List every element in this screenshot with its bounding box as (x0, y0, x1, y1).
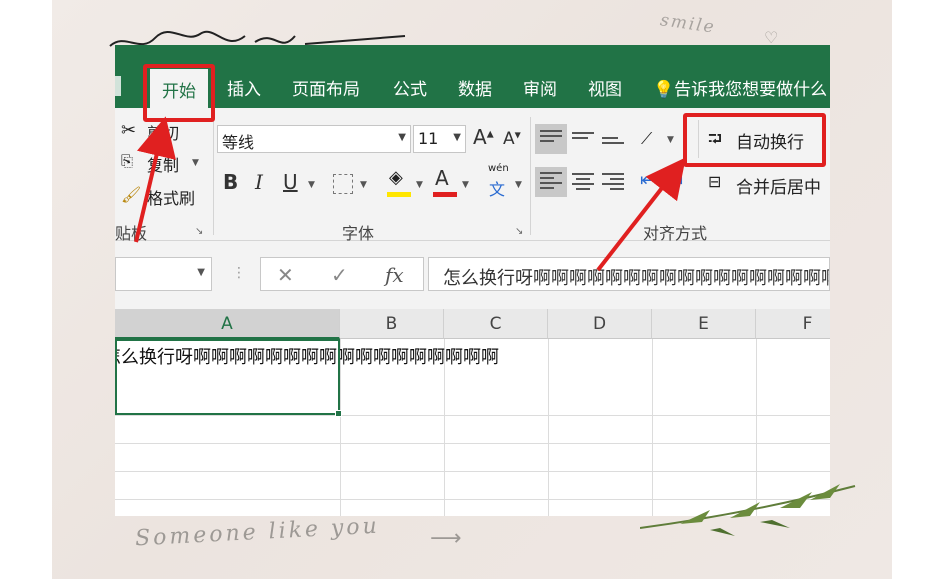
annotation-arrows (134, 116, 686, 272)
arrow-to-home-tab-icon (134, 116, 176, 243)
arrow-to-wrap-text-icon (596, 157, 686, 272)
